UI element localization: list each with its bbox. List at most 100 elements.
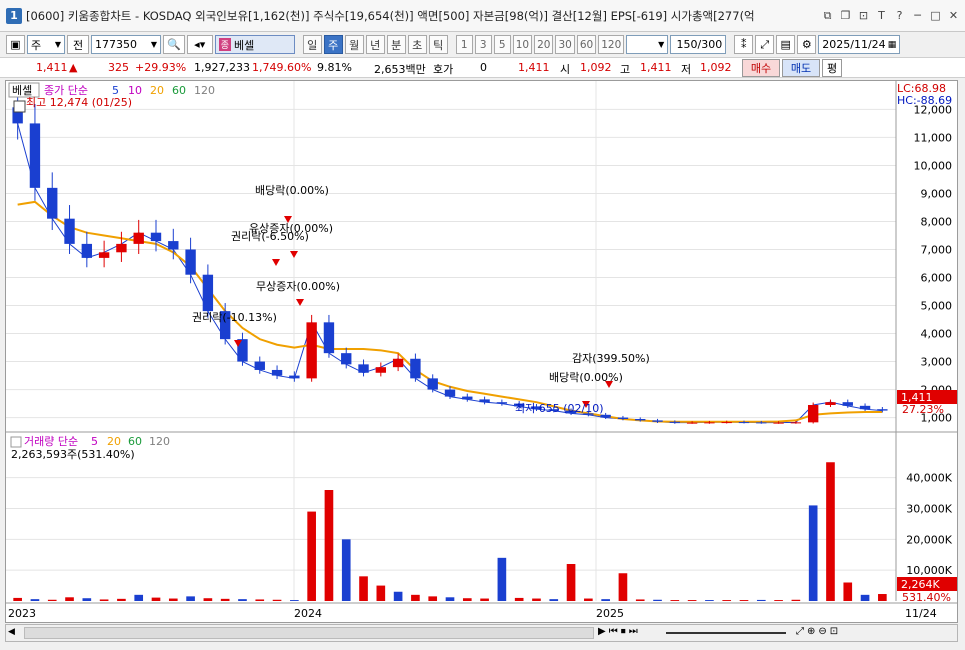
period-yearly[interactable]: 년 [365,35,385,54]
restore-icon[interactable]: ⧉ [820,8,835,23]
play-icon[interactable]: ▶ [598,626,606,637]
volume-bar [860,594,870,601]
save-icon[interactable]: ▤ [776,35,796,54]
price-change: 325 [108,61,129,74]
stop-icon[interactable]: ⏹ [621,626,626,637]
hoga-label: 호가 [433,63,454,76]
layout-icon[interactable]: ▣ [6,35,25,54]
close-icon[interactable]: ✕ [946,8,961,23]
volume-bar [514,597,524,601]
volume-bar [30,599,40,601]
window-title: [0600] 키움종합차트 - KOSDAQ 외국인보유[1,162(천)] 주… [26,8,755,23]
stock-code-input[interactable]: 177350 ▼ [91,35,161,54]
chart-area[interactable]: 1,0002,0003,0004,0005,0006,0007,0008,000… [5,80,958,623]
date-input[interactable]: 2025/11/24 ▦ [818,35,901,54]
help-icon[interactable]: ? [892,8,907,23]
volume-bar [791,599,801,601]
interval-3[interactable]: 3 [474,35,492,54]
scroll-left-icon[interactable]: ◀ [8,627,20,639]
sell-button[interactable]: 매도 [782,59,820,77]
volume-bar [618,573,628,601]
period-weekly[interactable]: 주 [323,35,343,54]
volume-tick-label: 30,000K [906,503,952,516]
x-label-2025: 2025 [596,607,624,620]
zoom-buttons: ⤢ ⊕ ⊖ ⊡ [796,626,838,637]
zoom-fit-icon[interactable]: ⤢ [796,626,804,637]
open-label: 시 [560,63,571,76]
search-icon[interactable]: 🔍 [163,35,185,54]
candle-body [289,375,300,379]
period-minute[interactable]: 분 [386,35,406,54]
pin-icon[interactable]: ⊡ [856,8,871,23]
count-input[interactable]: 150/300 [670,35,727,54]
volume-bar [117,598,126,601]
candle-body [496,402,508,404]
zoom-reset-icon[interactable]: ⊡ [830,626,838,637]
chevron-down-icon: ▼ [54,40,61,49]
eval-button[interactable]: 평 [822,59,842,77]
interval-5[interactable]: 5 [493,35,511,54]
volume-bar [82,598,92,601]
candle-body [410,358,421,379]
candle-body [202,274,214,312]
interval-10[interactable]: 10 [512,35,533,54]
volume-bar [290,600,299,601]
settings-icon[interactable]: ⚙ [797,35,817,54]
copy-icon[interactable]: ❐ [838,8,853,23]
stock-type-icon: 종 [218,38,231,51]
speaker-icon[interactable]: ◂▾ [186,35,213,54]
volume-menu-icon[interactable] [10,436,22,448]
interval-20[interactable]: 20 [534,35,554,54]
chart-svg[interactable]: 1,0002,0003,0004,0005,0006,0007,0008,000… [6,81,957,622]
up-arrow-icon: ▲ [69,61,78,74]
volume-bar [739,600,749,601]
period-second[interactable]: 초 [407,35,427,54]
vol-ma5-legend: 5 [91,435,98,448]
volume-bar [134,594,144,601]
price-tick-label: 6,000 [921,272,953,285]
interval-30[interactable]: 30 [555,35,575,54]
first-icon[interactable]: ⏮ [609,626,618,637]
volume-bar [65,597,74,601]
stock-name-field[interactable]: 종 베셀 [214,35,295,54]
volume-bar [687,600,697,601]
price-tick-label: 9,000 [921,187,953,200]
last-pct-label: 27.23% [902,403,944,416]
zoom-slider[interactable] [666,632,786,634]
interval-120[interactable]: 120 [598,35,625,54]
chart-scrollbar[interactable]: ◀ ▶ ⏮ ⏹ ⏭ ⤢ ⊕ ⊖ ⊡ [5,624,958,642]
font-icon[interactable]: T [874,8,889,23]
maximize-icon[interactable]: □ [928,8,943,23]
period-tick[interactable]: 틱 [428,35,448,54]
volume-bar [428,596,438,601]
minimize-icon[interactable]: ─ [910,8,925,23]
zoom-in-icon[interactable]: ⊕ [807,626,815,637]
last-icon[interactable]: ⏭ [629,626,638,637]
interval-1[interactable]: 1 [455,35,473,54]
chevron-down-icon: ▼ [150,40,157,49]
candle-body [600,414,611,418]
period-monthly[interactable]: 월 [344,35,364,54]
buy-button[interactable]: 매수 [742,59,780,77]
interval-custom-select[interactable]: ▼ [626,35,669,54]
candle-body [306,322,317,379]
volume-tick-label: 40,000K [906,472,952,485]
interval-60[interactable]: 60 [576,35,597,54]
period-unit-select[interactable]: 주 ▼ [27,35,65,54]
candle-body [652,420,663,422]
scroll-thumb[interactable] [24,627,594,639]
indicator-icon[interactable]: ⁑ [734,35,754,54]
candle-body [271,369,283,376]
candle-body [635,418,646,421]
volume-bar [808,505,818,601]
volume-bar [220,598,230,601]
zoom-out-icon[interactable]: ⊖ [818,626,826,637]
adjust-button[interactable]: 전 [67,35,89,54]
trendline-icon[interactable]: ⤢ [755,35,775,54]
event-arrow-marker [605,381,613,388]
period-daily[interactable]: 일 [302,35,322,54]
candle-body [462,396,473,400]
volume-bar [341,539,351,601]
crosshair-icon[interactable] [13,100,26,113]
volume-bar [635,599,645,601]
